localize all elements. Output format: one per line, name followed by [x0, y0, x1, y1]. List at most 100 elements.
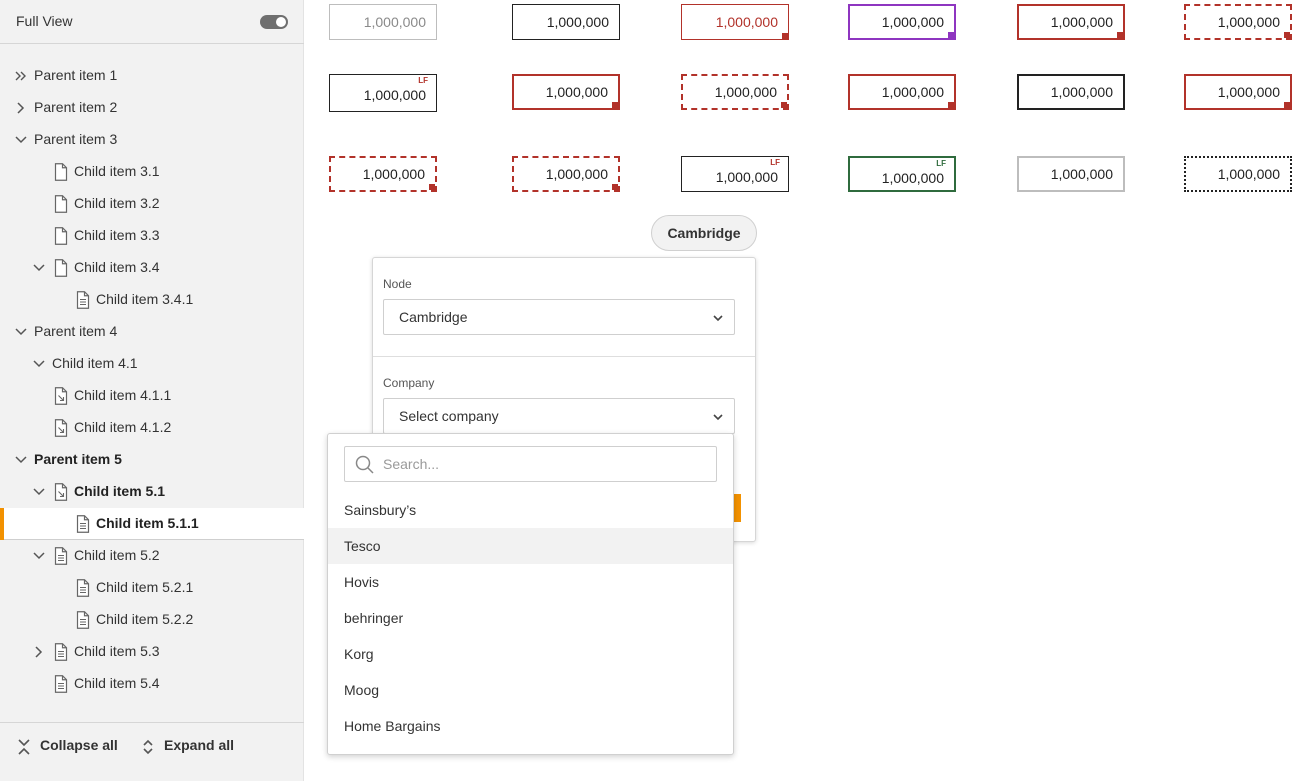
cell-value: 1,000,000	[546, 14, 609, 30]
company-select[interactable]: Select company	[383, 398, 735, 434]
value-cell[interactable]: 1,000,000	[681, 74, 789, 110]
chevron-down-icon[interactable]	[14, 133, 28, 147]
tree-item[interactable]: Child item 5.3	[0, 636, 304, 668]
search-input[interactable]	[383, 453, 703, 475]
file-icon	[54, 259, 68, 277]
cell-value: 1,000,000	[1217, 14, 1280, 30]
tree-item[interactable]: Child item 5.1	[0, 476, 304, 508]
value-cell[interactable]: 1,000,000	[1184, 74, 1292, 110]
cell-value: 1,000,000	[881, 84, 944, 100]
tree-item[interactable]: Child item 3.4	[0, 252, 304, 284]
company-label: Company	[383, 376, 435, 390]
value-cell[interactable]: 1,000,000	[1017, 4, 1125, 40]
chevron-down-icon[interactable]	[32, 485, 46, 499]
chevron-down-icon[interactable]	[14, 325, 28, 339]
company-option[interactable]: Tesco	[328, 528, 733, 564]
node-pill[interactable]: Cambridge	[651, 215, 757, 251]
cell-value: 1,000,000	[363, 14, 426, 30]
tree-item[interactable]: Child item 5.4	[0, 668, 304, 700]
tree-item[interactable]: Parent item 5	[0, 444, 304, 476]
tree-item[interactable]: Child item 5.1.1	[0, 508, 304, 540]
value-cell[interactable]: 1,000,000	[848, 4, 956, 40]
value-cell[interactable]: 1,000,000 LF	[681, 156, 789, 192]
tree-item-label: Child item 4.1.1	[74, 387, 172, 403]
cell-value: 1,000,000	[1050, 166, 1113, 182]
file-lines-icon	[54, 547, 68, 565]
value-cell[interactable]: 1,000,000	[512, 74, 620, 110]
company-option[interactable]: Korg	[328, 636, 733, 672]
tree-item-label: Child item 4.1.2	[74, 419, 172, 435]
tree-item[interactable]: Child item 4.1	[0, 348, 304, 380]
value-cell[interactable]: 1,000,000	[848, 74, 956, 110]
value-cell[interactable]: 1,000,000	[681, 4, 789, 40]
cell-flag-icon	[1117, 32, 1123, 38]
value-cell[interactable]: 1,000,000	[1017, 74, 1125, 110]
company-option[interactable]: Sainsbury’s	[328, 492, 733, 528]
tree-item[interactable]: Child item 5.2	[0, 540, 304, 572]
full-view-toggle[interactable]	[260, 15, 288, 29]
value-cell[interactable]: 1,000,000	[329, 4, 437, 40]
chevron-down-icon[interactable]	[32, 261, 46, 275]
tree-item[interactable]: Child item 5.2.2	[0, 604, 304, 636]
tree-item[interactable]: Child item 5.2.1	[0, 572, 304, 604]
file-lines-icon	[76, 515, 90, 533]
value-cell[interactable]: 1,000,000	[512, 4, 620, 40]
value-cell[interactable]: 1,000,000	[512, 156, 620, 192]
file-icon	[54, 227, 68, 245]
chevron-right-icon[interactable]	[32, 645, 46, 659]
tree-item[interactable]: Parent item 3	[0, 124, 304, 156]
cell-flag-icon	[782, 33, 788, 39]
tree-item[interactable]: Child item 4.1.2	[0, 412, 304, 444]
company-option[interactable]: Home Bargains	[328, 708, 733, 744]
tree-item[interactable]: Child item 3.2	[0, 188, 304, 220]
file-icon	[54, 163, 68, 181]
chevron-down-icon[interactable]	[32, 357, 46, 371]
tree-item[interactable]: Child item 4.1.1	[0, 380, 304, 412]
file-lines-icon	[76, 291, 90, 309]
chevron-right-icon[interactable]	[14, 101, 28, 115]
tree-item[interactable]: Parent item 4	[0, 316, 304, 348]
cell-value: 1,000,000	[715, 169, 778, 185]
double-chevron-right-icon[interactable]	[14, 69, 28, 83]
expand-icon	[143, 739, 153, 755]
tree-sidebar: Full View Parent item 1 Parent item 2 Pare…	[0, 0, 304, 781]
tree-item-label: Parent item 3	[34, 131, 118, 147]
cell-value: 1,000,000	[1217, 166, 1280, 182]
tree-item-label: Child item 5.2.1	[96, 579, 194, 595]
chevron-down-icon[interactable]	[14, 453, 28, 467]
apply-button[interactable]	[733, 494, 741, 522]
tree-item[interactable]: Parent item 2	[0, 92, 304, 124]
company-option[interactable]: behringer	[328, 600, 733, 636]
tree-item-label: Parent item 1	[34, 67, 118, 83]
tree-item-label: Child item 5.3	[74, 643, 160, 659]
company-option[interactable]: Moog	[328, 672, 733, 708]
value-cell[interactable]: 1,000,000 LF	[848, 156, 956, 192]
cell-value: 1,000,000	[714, 84, 777, 100]
cell-value: 1,000,000	[362, 166, 425, 182]
tree-item-label: Child item 3.4	[74, 259, 160, 275]
value-cell[interactable]: 1,000,000	[1184, 4, 1292, 40]
company-search[interactable]	[344, 446, 717, 482]
tree-item-label: Child item 4.1	[52, 355, 138, 371]
node-select[interactable]: Cambridge	[383, 299, 735, 335]
value-cell[interactable]: 1,000,000	[1017, 156, 1125, 192]
cell-value: 1,000,000	[363, 87, 426, 103]
collapse-all-label: Collapse all	[40, 737, 118, 753]
chevron-down-icon[interactable]	[32, 549, 46, 563]
tree-item[interactable]: Child item 3.4.1	[0, 284, 304, 316]
cell-flag-icon	[781, 102, 787, 108]
tree-item[interactable]: Child item 3.1	[0, 156, 304, 188]
tree-item-label: Parent item 5	[34, 451, 122, 467]
tree-item[interactable]: Child item 3.3	[0, 220, 304, 252]
cell-flag-icon	[948, 32, 954, 38]
tree-item-label: Child item 3.3	[74, 227, 160, 243]
value-cell[interactable]: 1,000,000	[1184, 156, 1292, 192]
cell-value: 1,000,000	[1050, 14, 1113, 30]
sidebar-title: Full View	[16, 13, 73, 29]
company-option[interactable]: Hovis	[328, 564, 733, 600]
tree-item[interactable]: Parent item 1	[0, 60, 304, 92]
value-cell[interactable]: 1,000,000 LF	[329, 74, 437, 112]
tree-item-label: Child item 3.4.1	[96, 291, 194, 307]
value-cell[interactable]: 1,000,000	[329, 156, 437, 192]
file-lines-icon	[76, 579, 90, 597]
